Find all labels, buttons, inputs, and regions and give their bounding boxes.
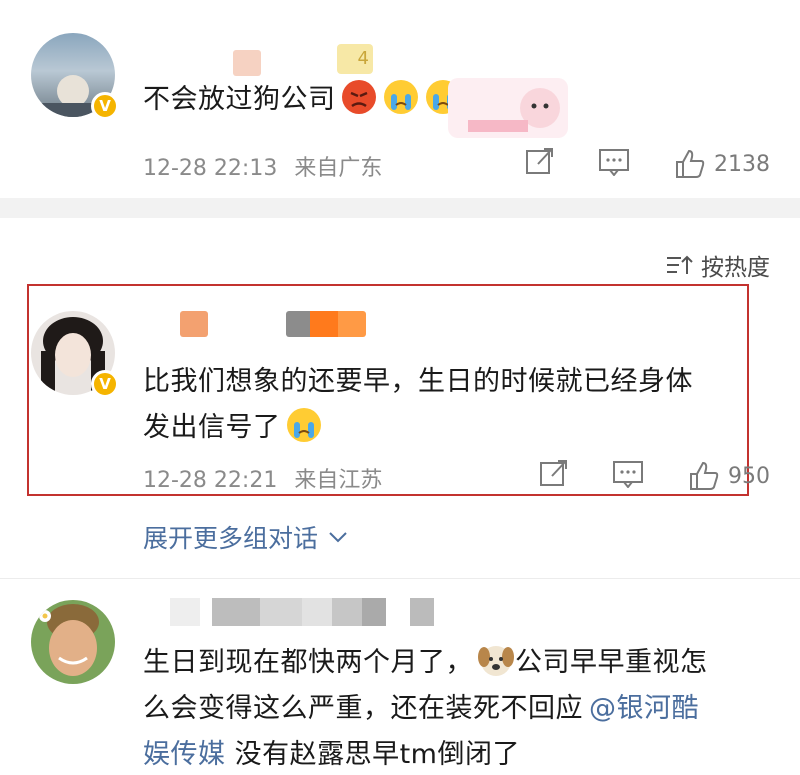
comment-icon[interactable] — [598, 146, 630, 182]
share-icon[interactable] — [538, 458, 568, 494]
comment-actions: 2138 — [480, 146, 770, 182]
sort-label: 按热度 — [701, 255, 770, 281]
username[interactable] — [233, 50, 261, 76]
like-count: 950 — [728, 463, 770, 489]
mention-link[interactable]: @银河酷 — [589, 693, 699, 724]
crying-face-emoji — [382, 78, 420, 116]
angry-face-emoji — [340, 78, 378, 116]
sticker-image — [448, 78, 568, 138]
thin-divider — [0, 578, 800, 579]
verified-icon: V — [91, 92, 119, 120]
comment-meta: 12-28 22:13 来自广东 — [143, 150, 382, 182]
sort-by-heat-button[interactable]: 按热度 — [665, 248, 770, 282]
like-count: 2138 — [714, 151, 770, 177]
timestamp: 12-28 22:13 — [143, 156, 278, 181]
comment-item: V 4 不会放过狗公司 12-28 22:13 来自广东 2138 — [0, 0, 800, 200]
username-suffix — [286, 311, 366, 337]
mention-link[interactable]: 娱传媒 — [143, 739, 226, 770]
like-icon[interactable]: 2138 — [674, 148, 770, 180]
share-icon[interactable] — [524, 146, 554, 182]
comment-item: 生日到现在都快两个月了， 公司早早重视怎 么会变得这么严重，还在装死不回应 @银河酷… — [0, 590, 800, 775]
username[interactable] — [146, 598, 446, 626]
chevron-down-icon — [329, 532, 347, 543]
avatar[interactable] — [31, 600, 115, 684]
comment-text: 生日到现在都快两个月了， 公司早早重视怎 么会变得这么严重，还在装死不回应 @银河酷… — [143, 640, 773, 775]
section-divider — [0, 198, 800, 218]
fan-badge: 4 — [337, 44, 373, 74]
timestamp: 12-28 22:21 — [143, 468, 278, 493]
like-icon[interactable]: 950 — [688, 460, 770, 492]
sort-icon — [667, 255, 693, 274]
comment-text: 不会放过狗公司 — [143, 77, 462, 123]
verified-icon: V — [91, 370, 119, 398]
dog-face-emoji — [477, 641, 515, 679]
comment-text: 比我们想象的还要早，生日的时候就已经身体 发出信号了 — [143, 366, 693, 444]
comment-meta: 12-28 22:21 来自江苏 — [143, 462, 382, 494]
location: 来自江苏 — [294, 468, 383, 493]
comment-item: V 比我们想象的还要早，生日的时候就已经身体 发出信号了 12-28 22:21… — [0, 284, 800, 496]
avatar-image — [39, 604, 99, 676]
expand-more-conversations-link[interactable]: 展开更多组对话 — [143, 519, 350, 555]
username[interactable] — [180, 311, 208, 337]
comment-icon[interactable] — [612, 458, 644, 494]
location: 来自广东 — [294, 156, 383, 181]
comment-actions: 950 — [494, 458, 770, 494]
crying-face-emoji — [285, 406, 323, 444]
fan-badge-count: 4 — [357, 48, 369, 69]
